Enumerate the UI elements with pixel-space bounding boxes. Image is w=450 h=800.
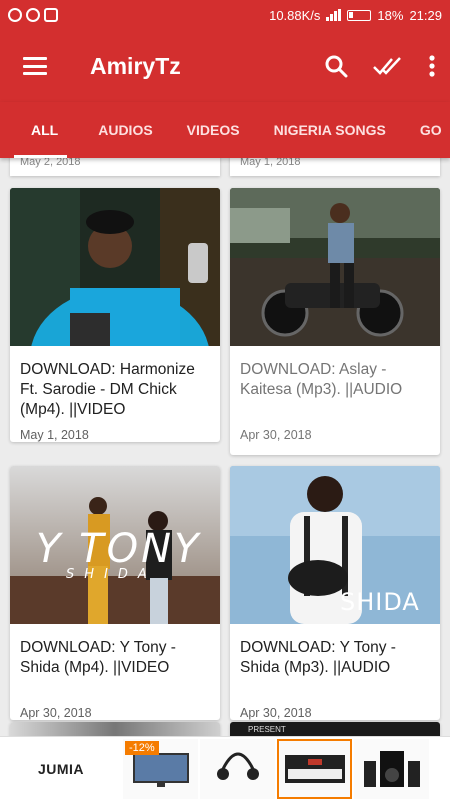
post-card[interactable] (10, 722, 220, 736)
post-thumbnail (10, 722, 220, 736)
mark-read-button[interactable] (362, 42, 414, 90)
tab-all[interactable]: ALL (0, 102, 81, 158)
speaker-icon (363, 750, 420, 787)
post-date: May 2, 2018 (20, 158, 81, 168)
battery-level: 18% (377, 7, 404, 23)
previous-card-right[interactable]: May 1, 2018 (230, 158, 440, 176)
battery-icon (347, 9, 372, 21)
ad-product-tv[interactable]: -12% (123, 738, 198, 799)
post-date: Apr 30, 2018 (240, 428, 312, 442)
more-vert-icon (429, 55, 435, 77)
network-speed: 10.88K/s (269, 7, 321, 23)
post-card[interactable]: DOWNLOAD: Harmonize Ft. Sarodie - DM Chi… (10, 188, 220, 442)
search-button[interactable] (310, 42, 362, 90)
menu-icon[interactable] (23, 57, 47, 75)
phone-icon (26, 8, 40, 22)
ad-product-keyboard[interactable] (277, 738, 352, 799)
post-title: DOWNLOAD: Y Tony - Shida (Mp3). ||AUDIO (240, 639, 396, 676)
app-bar: AmiryTz (0, 30, 450, 102)
ad-banner[interactable]: JUMIA -12% (0, 736, 450, 800)
search-icon (325, 55, 348, 78)
double-check-icon (373, 57, 401, 75)
more-options-button[interactable] (414, 42, 450, 90)
artwork-subtitle: SHIDA (66, 567, 157, 582)
earphones-icon (216, 752, 259, 780)
artwork-title: Y TONY (36, 526, 202, 572)
post-date: May 1, 2018 (20, 428, 89, 442)
clock: 21:29 (409, 7, 442, 23)
post-date: Apr 30, 2018 (20, 706, 92, 720)
post-date: May 1, 2018 (240, 158, 301, 168)
post-date: Apr 30, 2018 (240, 706, 312, 720)
post-thumbnail (10, 188, 220, 346)
post-title: DOWNLOAD: Y Tony - Shida (Mp4). ||VIDEO (20, 639, 176, 676)
tab-nigeria-songs[interactable]: NIGERIA SONGS (257, 102, 403, 158)
previous-card-left[interactable]: May 2, 2018 (10, 158, 220, 176)
signal-icon (326, 9, 342, 21)
ad-product-headphones[interactable] (200, 738, 275, 799)
discount-badge: -12% (125, 740, 159, 755)
ad-brand[interactable]: JUMIA (1, 738, 121, 799)
tab-videos[interactable]: VIDEOS (170, 102, 257, 158)
tab-gospel[interactable]: GO (403, 102, 450, 158)
keyboard-icon (284, 754, 345, 783)
post-thumbnail (230, 188, 440, 346)
post-card[interactable]: DOWNLOAD: Aslay - Kaitesa (Mp3). ||AUDIO… (230, 188, 440, 455)
tab-audios[interactable]: AUDIOS (81, 102, 169, 158)
whatsapp-icon (8, 8, 22, 22)
post-title: DOWNLOAD: Harmonize Ft. Sarodie - DM Chi… (20, 361, 195, 418)
artwork-title: SHIDA (340, 588, 420, 616)
post-card[interactable]: SHIDA DOWNLOAD: Y Tony - Shida (Mp3). ||… (230, 466, 440, 720)
tv-icon (132, 752, 189, 787)
app-title: AmiryTz (90, 52, 181, 79)
post-title: DOWNLOAD: Aslay - Kaitesa (Mp3). ||AUDIO (240, 361, 403, 398)
ad-product-speakers[interactable] (354, 738, 429, 799)
post-thumbnail: Y TONY SHIDA (10, 466, 220, 624)
post-card[interactable]: Y TONY SHIDA DOWNLOAD: Y Tony - Shida (M… (10, 466, 220, 720)
post-thumbnail: SHIDA (230, 466, 440, 624)
post-card[interactable]: PRESENT (230, 722, 440, 736)
artwork-label: PRESENT (248, 725, 286, 734)
jumia-logo: JUMIA (37, 760, 85, 777)
instagram-icon (44, 8, 58, 22)
post-grid: May 2, 2018 May 1, 2018 DOWNLOAD: Harmon… (0, 158, 450, 736)
status-bar: 10.88K/s 18% 21:29 (0, 0, 450, 30)
category-tabs: ALL AUDIOS VIDEOS NIGERIA SONGS GO (0, 102, 450, 158)
